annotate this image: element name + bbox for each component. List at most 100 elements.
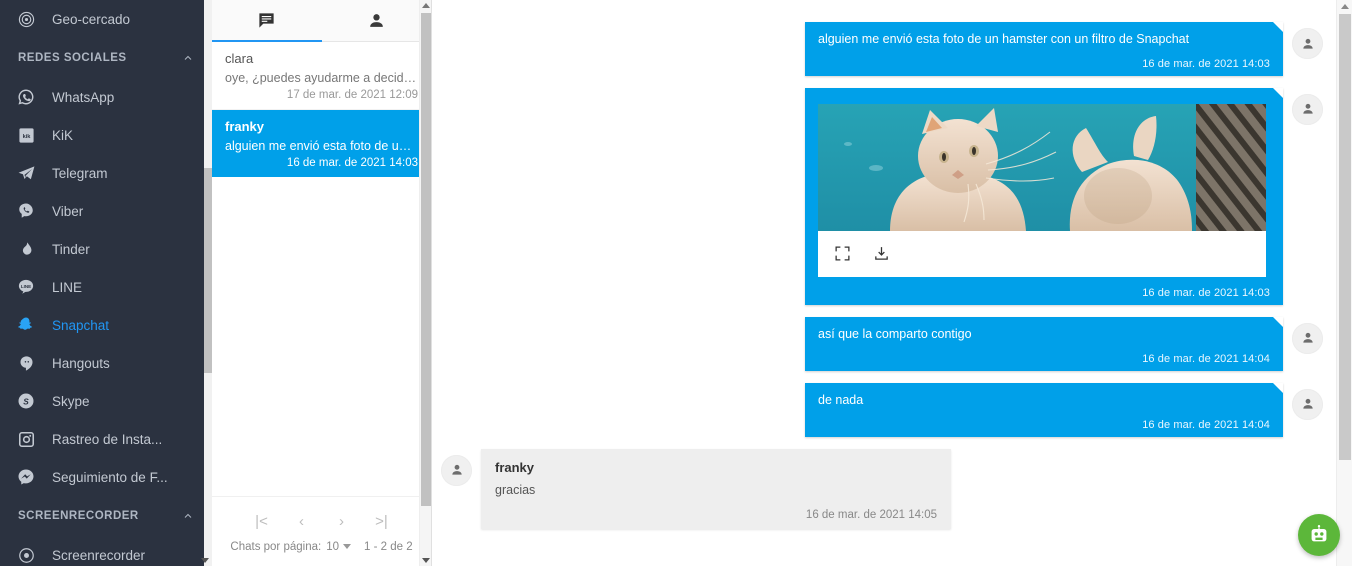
sidebar-group-title: SCREENRECORDER [18, 510, 139, 522]
sidebar-group-redes-sociales[interactable]: REDES SOCIALES [0, 38, 212, 78]
message-bubble-outgoing: así que la comparto contigo 16 de mar. d… [805, 316, 1283, 371]
message-bubble-outgoing: alguien me envió esta foto de un hamster… [805, 22, 1283, 76]
attached-photo[interactable] [818, 103, 1266, 231]
chat-icon [257, 11, 276, 30]
svg-text:LINE: LINE [21, 284, 31, 289]
message-timestamp: 16 de mar. de 2021 14:04 [1142, 352, 1270, 365]
sidebar-item-seguimiento-de-facebook[interactable]: Seguimiento de F... [0, 458, 212, 496]
sidebar-item-tinder[interactable]: Tinder [0, 230, 212, 268]
record-icon [12, 541, 40, 566]
message-timestamp: 16 de mar. de 2021 14:03 [1142, 286, 1270, 299]
sidebar-item-label: KiK [52, 127, 74, 143]
sidebar-item-skype[interactable]: S Skype [0, 382, 212, 420]
avatar [441, 454, 472, 486]
chat-list-item[interactable]: clara oye, ¿puedes ayudarme a decidir q.… [212, 42, 431, 110]
tab-contacts[interactable] [322, 0, 432, 41]
sidebar-item-screenrecorder[interactable]: Screenrecorder [0, 536, 212, 566]
chevron-up-icon [182, 52, 194, 64]
person-icon [367, 11, 386, 30]
messenger-icon [12, 463, 40, 491]
target-icon [12, 5, 40, 33]
sidebar-item-snapchat[interactable]: Snapchat [0, 306, 212, 344]
whatsapp-icon [12, 83, 40, 111]
sidebar-item-label: Viber [52, 203, 84, 219]
message-bubble-incoming: franky gracias 16 de mar. de 2021 14:05 [481, 448, 951, 529]
line-icon: LINE [12, 273, 40, 301]
message-row: de nada 16 de mar. de 2021 14:04 [432, 382, 1352, 437]
message-text: así que la comparto contigo [818, 326, 972, 341]
skype-icon: S [12, 387, 40, 415]
page-scrollbar-thumb[interactable] [1339, 14, 1351, 460]
download-icon[interactable] [871, 244, 891, 264]
robot-icon [1307, 523, 1331, 547]
message-row: franky gracias 16 de mar. de 2021 14:05 [432, 448, 1352, 529]
svg-text:kik: kik [22, 133, 31, 139]
avatar [1292, 388, 1323, 420]
sidebar-item-hangouts[interactable]: Hangouts [0, 344, 212, 382]
tinder-icon [12, 235, 40, 263]
message-text: gracias [495, 482, 536, 497]
avatar [1292, 322, 1323, 354]
message-text: de nada [818, 392, 864, 407]
sidebar-item-kik[interactable]: kik KiK [0, 116, 212, 154]
scroll-up-arrow-icon[interactable] [421, 0, 431, 12]
hangouts-icon [12, 349, 40, 377]
sidebar-group-screenrecorder[interactable]: SCREENRECORDER [0, 496, 212, 536]
scroll-down-arrow-icon[interactable] [200, 554, 210, 566]
sidebar-item-whatsapp[interactable]: WhatsApp [0, 78, 212, 116]
tab-active-underline [322, 40, 432, 42]
scroll-down-arrow-icon[interactable] [421, 554, 431, 566]
message-row: 16 de mar. de 2021 14:03 [432, 87, 1352, 305]
svg-text:S: S [23, 397, 29, 406]
chat-name: clara [225, 51, 254, 66]
fullscreen-icon[interactable] [832, 244, 852, 264]
scroll-up-arrow-icon[interactable] [1340, 2, 1350, 12]
sidebar-item-label: Seguimiento de F... [52, 469, 168, 485]
sidebar-scrollbar[interactable] [204, 0, 212, 566]
instagram-icon [12, 425, 40, 453]
message-timestamp: 16 de mar. de 2021 14:05 [805, 508, 937, 521]
message-bubble-outgoing-image: 16 de mar. de 2021 14:03 [805, 87, 1283, 305]
message-sender: franky [495, 459, 535, 475]
sidebar-scrollbar-thumb[interactable] [204, 168, 212, 373]
chat-preview: oye, ¿puedes ayudarme a decidir q... [225, 71, 418, 85]
tab-active-underline [212, 40, 322, 42]
chat-list-item[interactable]: franky alguien me envió esta foto de un … [212, 110, 431, 177]
chat-list-scrollbar-thumb[interactable] [421, 13, 431, 506]
viber-icon [12, 197, 40, 225]
sidebar-item-label: Screenrecorder [52, 547, 146, 563]
sidebar-item-viber[interactable]: Viber [0, 192, 212, 230]
sidebar-item-line[interactable]: LINE LINE [0, 268, 212, 306]
paginator: |< ‹ › >| Chats por página: 10 1 - 2 de … [212, 496, 431, 566]
chatbot-button[interactable] [1298, 514, 1340, 556]
image-attachment[interactable] [818, 103, 1270, 277]
sidebar-item-label: Tinder [52, 241, 90, 257]
next-page-button[interactable]: › [327, 509, 357, 535]
page-scrollbar[interactable] [1336, 0, 1352, 566]
message-text: alguien me envió esta foto de un hamster… [818, 32, 1190, 46]
sidebar-item-telegram[interactable]: Telegram [0, 154, 212, 192]
message-list: alguien me envió esta foto de un hamster… [432, 0, 1352, 529]
per-page-label: Chats por página: [230, 540, 322, 553]
sidebar-item-label: WhatsApp [52, 89, 115, 105]
prev-page-button[interactable]: ‹ [287, 509, 317, 535]
chat-name: franky [225, 119, 265, 134]
page-range-label: 1 - 2 de 2 [364, 540, 413, 553]
app-root: Geo-cercado REDES SOCIALES WhatsApp kik [0, 0, 1352, 566]
sidebar-item-rastreo-de-instagram[interactable]: Rastreo de Insta... [0, 420, 212, 458]
first-page-button[interactable]: |< [247, 509, 277, 535]
chevron-down-icon [343, 544, 351, 549]
sidebar-item-label: Telegram [52, 165, 108, 181]
chat-list: clara oye, ¿puedes ayudarme a decidir q.… [212, 42, 431, 496]
last-page-button[interactable]: >| [367, 509, 397, 535]
sidebar-item-label: Hangouts [52, 355, 110, 371]
sidebar-item-label: Snapchat [52, 317, 110, 333]
sidebar-item-geo-cercado[interactable]: Geo-cercado [0, 0, 212, 38]
chat-preview: alguien me envió esta foto de un h... [225, 139, 418, 153]
per-page-select[interactable]: 10 [326, 541, 351, 553]
sidebar-item-label: Rastreo de Insta... [52, 431, 163, 447]
tab-chats[interactable] [212, 0, 322, 42]
message-timestamp: 16 de mar. de 2021 14:03 [1142, 57, 1270, 70]
panel-tabs [212, 0, 431, 42]
chat-list-scrollbar[interactable] [419, 0, 431, 566]
